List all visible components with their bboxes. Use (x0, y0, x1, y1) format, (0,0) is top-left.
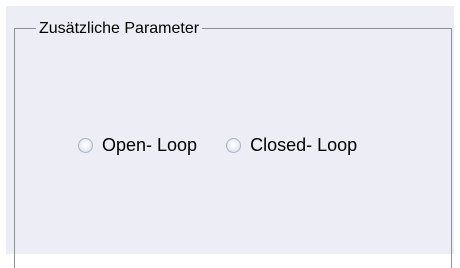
loop-mode-radio-group: Open- Loop Closed- Loop (78, 134, 386, 156)
closed-loop-label[interactable]: Closed- Loop (250, 134, 357, 156)
open-loop-radio[interactable]: Open- Loop (78, 134, 197, 156)
dialog-panel: Zusätzliche Parameter Open- Loop Closed-… (6, 6, 454, 268)
radio-circle-icon[interactable] (78, 137, 93, 153)
open-loop-label[interactable]: Open- Loop (102, 134, 197, 156)
closed-loop-radio[interactable]: Closed- Loop (226, 134, 357, 156)
radio-circle-icon[interactable] (226, 137, 242, 153)
groupbox-title: Zusätzliche Parameter (36, 21, 203, 37)
